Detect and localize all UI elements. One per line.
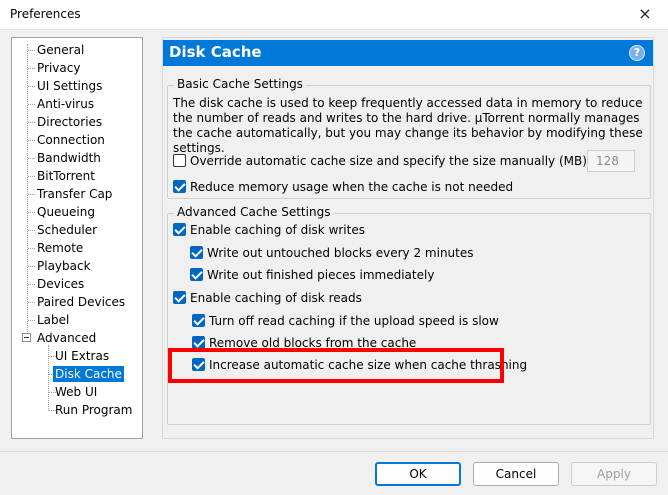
turn-off-read-checkbox[interactable]	[192, 314, 205, 327]
tree-connector	[28, 176, 35, 177]
enable-writes-option[interactable]: Enable caching of disk writes	[173, 222, 365, 238]
tree-item-ui-settings[interactable]: UI Settings	[35, 78, 104, 94]
tree-connector	[28, 86, 35, 87]
cache-description: The disk cache is used to keep frequentl…	[173, 96, 643, 155]
increase-auto-label: Increase automatic cache size when cache…	[209, 358, 528, 372]
tree-item-connection[interactable]: Connection	[35, 132, 107, 148]
tree-item-label[interactable]: Label	[35, 312, 71, 328]
window-title: Preferences	[10, 7, 81, 21]
settings-tree[interactable]: General Privacy UI Settings Anti-virus D…	[11, 37, 143, 439]
tree-connector	[28, 68, 35, 69]
enable-writes-checkbox[interactable]	[173, 223, 186, 236]
panel-title: Disk Cache	[169, 43, 262, 61]
close-icon[interactable]: ×	[634, 3, 656, 25]
reduce-memory-label: Reduce memory usage when the cache is no…	[190, 180, 514, 194]
tree-connector	[28, 194, 35, 195]
turn-off-read-label: Turn off read caching if the upload spee…	[209, 314, 499, 328]
tree-connector	[28, 284, 35, 285]
tree-connector	[28, 122, 35, 123]
tree-guide-line-sub	[48, 345, 49, 411]
tree-item-advanced[interactable]: Advanced	[35, 330, 98, 346]
remove-old-checkbox[interactable]	[192, 336, 205, 349]
tree-connector	[28, 212, 35, 213]
tree-connector	[28, 50, 35, 51]
tree-item-disk-cache[interactable]: Disk Cache	[53, 366, 124, 382]
reduce-memory-checkbox[interactable]	[173, 180, 186, 193]
tree-item-playback[interactable]: Playback	[35, 258, 93, 274]
tree-connector	[28, 320, 35, 321]
tree-connector	[28, 140, 35, 141]
turn-off-read-option[interactable]: Turn off read caching if the upload spee…	[192, 313, 499, 329]
override-cache-label: Override automatic cache size and specif…	[190, 154, 591, 168]
reduce-memory-option[interactable]: Reduce memory usage when the cache is no…	[173, 179, 513, 195]
tree-item-web-ui[interactable]: Web UI	[53, 384, 99, 400]
tree-item-bandwidth[interactable]: Bandwidth	[35, 150, 103, 166]
tree-guide-line	[27, 44, 28, 342]
dialog-footer: OK Cancel Apply	[0, 451, 668, 495]
tree-item-directories[interactable]: Directories	[35, 114, 104, 130]
tree-connector	[28, 230, 35, 231]
tree-item-paired-devices[interactable]: Paired Devices	[35, 294, 127, 310]
apply-button[interactable]: Apply	[571, 462, 657, 486]
title-bar: Preferences ×	[0, 0, 668, 30]
tree-item-run-program[interactable]: Run Program	[53, 402, 134, 418]
tree-item-devices[interactable]: Devices	[35, 276, 86, 292]
enable-writes-label: Enable caching of disk writes	[190, 223, 365, 237]
tree-connector	[28, 266, 35, 267]
enable-reads-label: Enable caching of disk reads	[190, 291, 362, 305]
basic-cache-label: Basic Cache Settings	[174, 77, 306, 91]
panel-header: Disk Cache ?	[163, 40, 653, 66]
help-icon[interactable]: ?	[629, 45, 645, 61]
increase-auto-option[interactable]: Increase automatic cache size when cache…	[192, 357, 527, 373]
ok-button[interactable]: OK	[375, 462, 461, 486]
tree-item-scheduler[interactable]: Scheduler	[35, 222, 99, 238]
increase-auto-checkbox[interactable]	[192, 358, 205, 371]
disk-cache-panel: Disk Cache ? Basic Cache Settings The di…	[162, 37, 654, 439]
write-untouched-checkbox[interactable]	[190, 246, 203, 259]
enable-reads-option[interactable]: Enable caching of disk reads	[173, 290, 362, 306]
write-untouched-label: Write out untouched blocks every 2 minut…	[207, 246, 474, 260]
write-finished-checkbox[interactable]	[190, 268, 203, 281]
tree-connector	[28, 302, 35, 303]
write-untouched-option[interactable]: Write out untouched blocks every 2 minut…	[190, 245, 474, 261]
enable-reads-checkbox[interactable]	[173, 291, 186, 304]
override-cache-checkbox[interactable]	[173, 154, 186, 167]
tree-item-queueing[interactable]: Queueing	[35, 204, 97, 220]
tree-connector	[28, 104, 35, 105]
tree-item-ui-extras[interactable]: UI Extras	[53, 348, 111, 364]
tree-item-transfer-cap[interactable]: Transfer Cap	[35, 186, 114, 202]
write-finished-option[interactable]: Write out finished pieces immediately	[190, 267, 434, 283]
tree-item-remote[interactable]: Remote	[35, 240, 85, 256]
tree-item-anti-virus[interactable]: Anti-virus	[35, 96, 96, 112]
tree-connector	[28, 248, 35, 249]
override-cache-option[interactable]: Override automatic cache size and specif…	[173, 153, 591, 169]
tree-item-privacy[interactable]: Privacy	[35, 60, 82, 76]
tree-item-bittorrent[interactable]: BitTorrent	[35, 168, 97, 184]
remove-old-label: Remove old blocks from the cache	[209, 336, 417, 350]
collapse-icon[interactable]	[22, 333, 31, 342]
write-finished-label: Write out finished pieces immediately	[207, 268, 435, 282]
tree-item-general[interactable]: General	[35, 42, 86, 58]
cache-size-input[interactable]: 128	[587, 150, 635, 172]
tree-connector	[28, 158, 35, 159]
advanced-cache-label: Advanced Cache Settings	[174, 205, 334, 219]
cancel-button[interactable]: Cancel	[473, 462, 559, 486]
remove-old-option[interactable]: Remove old blocks from the cache	[192, 335, 416, 351]
